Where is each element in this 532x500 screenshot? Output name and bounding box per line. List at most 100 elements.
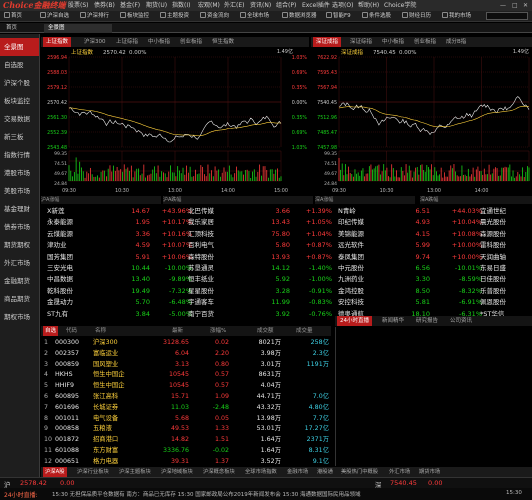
col-last[interactable]: 最新 [172,326,183,336]
menu-futures[interactable]: 期货(U) [146,1,167,10]
rank-stock-name[interactable]: 乐普股份 [480,285,506,297]
menu-help[interactable]: 帮助(H) [358,1,379,10]
table-row[interactable]: 6 600895 张江高科 15.71 1.09 44.71万 7.0亿 [41,391,331,402]
tab-hsi[interactable]: 恒生指数 [209,37,237,47]
rank-stock-name[interactable]: 国芳集团 [47,251,73,263]
rank-stock-name[interactable]: 九洲药业 [338,273,364,285]
rank-stock-name[interactable]: ST九有 [47,308,68,320]
sidebar-item-funds[interactable]: 基金理财 [0,200,39,218]
rank-stock-name[interactable]: N青岭 [338,205,356,217]
toolbar-watchlist-button[interactable]: 沪深自选 [40,12,69,21]
rank-stock-name[interactable]: 三安光电 [47,262,73,274]
rank-stock-name[interactable]: 恒丰纸业 [188,273,214,285]
tab-us-china[interactable]: 美股热门中概股 [339,467,380,477]
rank-stock-name[interactable]: 宜通世纪 [480,205,506,217]
tab-b-index[interactable]: 成分B指 [443,37,469,47]
menu-index[interactable]: 指数(I) [172,1,190,10]
sidebar-item-panorama[interactable]: 全景图 [0,38,39,56]
sidebar-item-futures-options[interactable]: 期货期权 [0,236,39,254]
tab-news-company[interactable]: 公司资讯 [447,316,475,326]
table-row[interactable]: 1 000300 沪深300 3128.65 0.02 8021万 258亿 [41,337,331,348]
rank-stock-name[interactable]: 永泰能源 [47,216,73,228]
rank-stock-name[interactable]: 云煤能源 [47,228,73,240]
menu-portfolio[interactable]: 组合(P) [276,1,296,10]
tab-sh-composite[interactable]: 上证综指 [113,37,141,47]
tab-region[interactable]: 沪深地域板块 [159,467,195,477]
rank-stock-name[interactable]: 星星股份 [188,285,214,297]
rank-stock-name[interactable]: 我乐家居 [188,216,214,228]
rank-stock-name[interactable]: 印纪传媒 [338,216,364,228]
tab-news-highlights[interactable]: 新闻精华 [379,316,407,326]
tab-gem[interactable]: 创业板指 [177,37,205,47]
toolbar-capital-flow-button[interactable]: 资金流向 [200,12,229,21]
rank-stock-name[interactable]: 泰凤集团 [338,251,364,263]
sidebar-item-us[interactable]: 美股市场 [0,182,39,200]
rank-stock-name[interactable]: 金晟动力 [47,296,73,308]
tab-a-shares[interactable]: 沪深A股 [43,467,67,477]
watchlist-title[interactable]: 自选 [43,326,59,336]
tab-news-reports[interactable]: 研究报告 [413,316,441,326]
sidebar-item-sectors[interactable]: 板块监控 [0,92,39,110]
col-volume[interactable]: 成交量 [296,326,313,336]
menu-excel[interactable]: Excel插件 [302,1,330,10]
toolbar-ranking-button[interactable]: 沪深排行 [80,12,109,21]
rank-stock-name[interactable]: 远光软件 [338,239,364,251]
close-icon[interactable]: ✕ [523,1,528,10]
tab-sz-component[interactable]: 深证成指 [313,37,342,47]
news-ticker[interactable]: 15:30 无担保品质平仓数据有 南方：商品已无库存 15:30 国家邮政局公布… [52,490,492,498]
menu-stock[interactable]: 股票(S) [68,1,89,10]
toolbar-sector-button[interactable]: 板块监控 [120,12,149,21]
table-row[interactable]: 4 HKHS 恒生中国企 10545 0.57 8631万 [41,369,331,380]
tab-sz-composite[interactable]: 深证综指 [347,37,375,47]
sidebar-item-options[interactable]: 期权市场 [0,308,39,326]
tab-futures-market[interactable]: 期货市场 [417,467,442,477]
col-name[interactable]: 名称 [95,326,106,336]
table-row[interactable]: 12 000651 格力电器 39.31 1.37 3.52万 9.1亿 [41,456,331,467]
rank-stock-name[interactable]: 中元股份 [338,262,364,274]
tab-sh-index[interactable]: 上证指数 [43,37,72,47]
rank-stock-name[interactable]: 汇顶科技 [188,228,214,240]
rank-stock-name[interactable]: 森源股份 [480,228,506,240]
toolbar-screener-button[interactable]: 条件选股 [362,12,391,21]
tab-hk-connect[interactable]: 港股通 [315,467,335,477]
menu-fund[interactable]: 基金(F) [120,1,140,10]
sidebar-item-commodity[interactable]: 商品期货 [0,290,39,308]
toolbar-home-button[interactable]: 首页 [4,12,22,21]
rank-stock-name[interactable]: 天润曲轴 [480,251,506,263]
menu-options[interactable]: 选项(O) [332,1,353,10]
tab-gem-right[interactable]: 创业板指 [411,37,439,47]
sidebar-item-forex[interactable]: 外汇市场 [0,254,39,272]
rank-stock-name[interactable]: 日佳股份 [480,273,506,285]
table-row[interactable]: 10 001872 招商港口 14.82 1.51 1.64万 2371万 [41,434,331,445]
rank-stock-name[interactable]: 东易日盛 [480,262,506,274]
col-code[interactable]: 代码 [66,326,77,336]
tab-sme[interactable]: 中小板指 [145,37,173,47]
table-row[interactable]: 9 000858 五粮液 49.53 1.33 53.01万 17.27亿 [41,423,331,434]
tab-concept[interactable]: 沪深概念板块 [201,467,237,477]
table-row[interactable]: 7 601696 长城证券 11.03 -2.48 43.32万 4.80亿 [41,402,331,413]
sidebar-item-bonds[interactable]: 债券市场 [0,218,39,236]
search-input[interactable] [486,12,528,20]
tab-home[interactable]: 首页 [2,24,21,33]
right-intraday-chart[interactable]: 深证成指 7540.45 0.00% 7622.92 7595.43 7567.94… [311,47,532,195]
rank-stock-name[interactable]: 安控科技 [338,296,364,308]
sidebar-item-index[interactable]: 指数行情 [0,146,39,164]
rank-stock-name[interactable]: 南宁百货 [188,308,214,320]
rank-stock-name[interactable]: 森特股份 [188,251,214,263]
table-row[interactable]: 8 001011 电气设备 5.68 0.05 13.98万 7.7亿 [41,413,331,424]
tab-theme[interactable]: 沪深主题板块 [117,467,153,477]
tab-industry[interactable]: 沪深行业板块 [75,467,111,477]
tab-sme-right[interactable]: 中小板指 [379,37,407,47]
tab-panorama[interactable]: 全景图 [44,24,112,33]
sidebar-item-watchlist[interactable]: 自选股 [0,56,39,74]
toolbar-f9-button[interactable]: 智能F9 [326,12,351,21]
menu-academy[interactable]: Choice学院 [384,1,416,10]
sidebar-item-financial-futures[interactable]: 金融期货 [0,272,39,290]
menu-news[interactable]: 资讯(N) [250,1,271,10]
toolbar-my-market-button[interactable]: 我的市场 [442,12,471,21]
rank-stock-name[interactable]: 雷科股份 [480,239,506,251]
tab-global-index[interactable]: 全球市场指数 [243,467,279,477]
rank-stock-name[interactable]: 宇通客车 [188,296,214,308]
col-chg[interactable]: 涨幅% [210,326,226,336]
toolbar-data-browser-button[interactable]: 数据浏览器 [282,12,317,21]
